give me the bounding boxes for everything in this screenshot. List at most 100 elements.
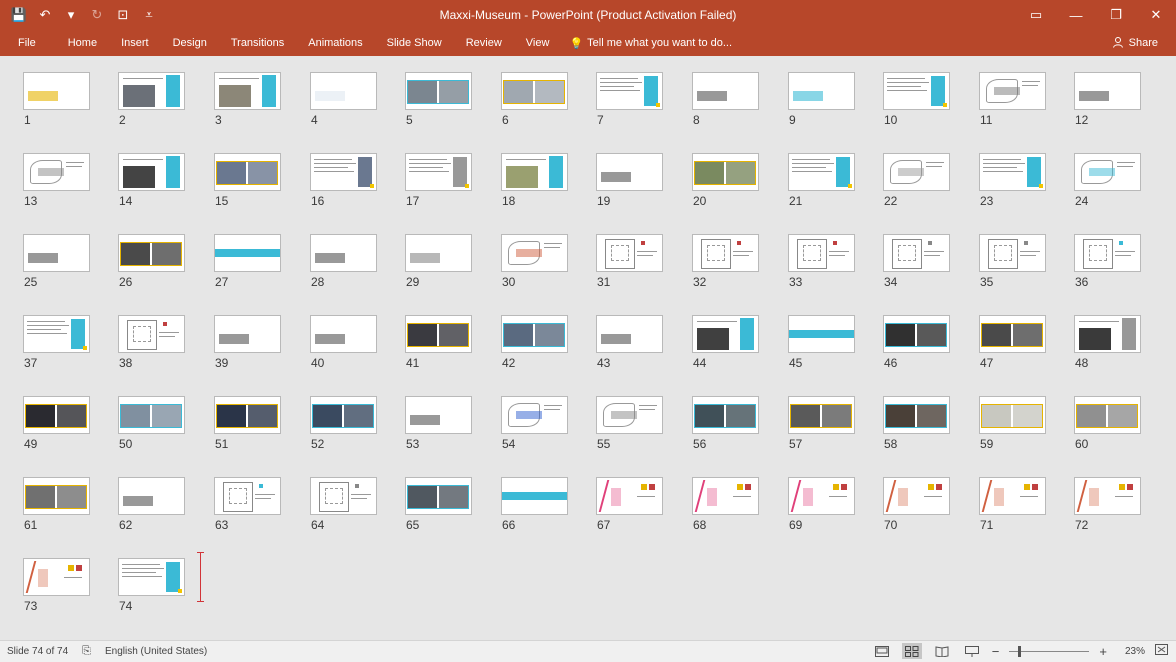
slide-preview[interactable] xyxy=(118,477,185,515)
ribbon-display-options-icon[interactable]: ▭ xyxy=(1016,0,1056,30)
zoom-slider[interactable] xyxy=(1009,645,1090,657)
slide-preview[interactable] xyxy=(214,396,281,434)
slide-thumbnail[interactable]: 72 xyxy=(1074,477,1141,532)
slide-thumbnail[interactable]: 17 xyxy=(405,153,472,208)
slide-preview[interactable] xyxy=(596,315,663,353)
slide-thumbnail[interactable]: 42 xyxy=(501,315,568,370)
tab-home[interactable]: Home xyxy=(56,30,109,56)
slide-preview[interactable] xyxy=(501,396,568,434)
slide-thumbnail[interactable]: 59 xyxy=(979,396,1046,451)
slide-preview[interactable] xyxy=(310,153,377,191)
slide-thumbnail[interactable]: 65 xyxy=(405,477,472,532)
slide-preview[interactable] xyxy=(788,234,855,272)
slide-thumbnail[interactable]: 24 xyxy=(1074,153,1141,208)
slide-thumbnail[interactable]: 20 xyxy=(692,153,759,208)
slide-preview[interactable] xyxy=(214,477,281,515)
slide-preview[interactable] xyxy=(788,153,855,191)
zoom-level[interactable]: 23% xyxy=(1125,646,1145,657)
slide-thumbnail[interactable]: 39 xyxy=(214,315,281,370)
slide-preview[interactable] xyxy=(214,72,281,110)
slide-preview[interactable] xyxy=(692,72,759,110)
slide-thumbnail[interactable]: 29 xyxy=(405,234,472,289)
slide-thumbnail[interactable]: 25 xyxy=(23,234,90,289)
slide-preview[interactable] xyxy=(1074,396,1141,434)
slide-preview[interactable] xyxy=(310,396,377,434)
slide-thumbnail[interactable]: 48 xyxy=(1074,315,1141,370)
slide-preview[interactable] xyxy=(1074,477,1141,515)
slide-thumbnail[interactable]: 68 xyxy=(692,477,759,532)
slide-preview[interactable] xyxy=(405,72,472,110)
slide-thumbnail[interactable]: 56 xyxy=(692,396,759,451)
slide-thumbnail[interactable]: 73 xyxy=(23,558,90,613)
slide-preview[interactable] xyxy=(979,477,1046,515)
slide-preview[interactable] xyxy=(979,153,1046,191)
slide-thumbnail[interactable]: 53 xyxy=(405,396,472,451)
slide-sorter-view-button[interactable] xyxy=(901,643,922,659)
slide-thumbnail[interactable]: 66 xyxy=(501,477,568,532)
fit-to-window-icon[interactable] xyxy=(1155,644,1168,658)
slide-thumbnail[interactable]: 10 xyxy=(883,72,950,127)
slide-thumbnail[interactable]: 64 xyxy=(310,477,377,532)
slide-thumbnail[interactable]: 45 xyxy=(788,315,855,370)
slide-thumbnail[interactable]: 1 xyxy=(23,72,90,127)
slide-thumbnail[interactable]: 33 xyxy=(788,234,855,289)
slide-thumbnail[interactable]: 70 xyxy=(883,477,950,532)
slide-preview[interactable] xyxy=(405,396,472,434)
slide-thumbnail[interactable]: 2 xyxy=(118,72,185,127)
slide-thumbnail[interactable]: 32 xyxy=(692,234,759,289)
slide-thumbnail[interactable]: 13 xyxy=(23,153,90,208)
slide-thumbnail[interactable]: 31 xyxy=(596,234,663,289)
slide-thumbnail[interactable]: 54 xyxy=(501,396,568,451)
slide-preview[interactable] xyxy=(405,153,472,191)
tab-design[interactable]: Design xyxy=(161,30,219,56)
slide-thumbnail[interactable]: 7 xyxy=(596,72,663,127)
slide-preview[interactable] xyxy=(979,315,1046,353)
slide-thumbnail[interactable]: 4 xyxy=(310,72,377,127)
slide-preview[interactable] xyxy=(501,477,568,515)
slide-preview[interactable] xyxy=(118,558,185,596)
slide-preview[interactable] xyxy=(23,396,90,434)
slide-preview[interactable] xyxy=(692,234,759,272)
tab-view[interactable]: View xyxy=(514,30,562,56)
slide-sorter[interactable]: 1 2 3 4 5 6 7 8 9 10 11 12 13 14 15 16 1… xyxy=(0,56,1176,640)
slide-thumbnail[interactable]: 35 xyxy=(979,234,1046,289)
slide-preview[interactable] xyxy=(692,477,759,515)
slide-preview[interactable] xyxy=(118,72,185,110)
slide-thumbnail[interactable]: 37 xyxy=(23,315,90,370)
slide-preview[interactable] xyxy=(883,477,950,515)
slide-preview[interactable] xyxy=(1074,315,1141,353)
slide-thumbnail[interactable]: 8 xyxy=(692,72,759,127)
slide-thumbnail[interactable]: 18 xyxy=(501,153,568,208)
slide-thumbnail[interactable]: 19 xyxy=(596,153,663,208)
slide-preview[interactable] xyxy=(23,558,90,596)
slide-preview[interactable] xyxy=(1074,153,1141,191)
slide-thumbnail[interactable]: 61 xyxy=(23,477,90,532)
slide-preview[interactable] xyxy=(118,153,185,191)
slide-preview[interactable] xyxy=(310,234,377,272)
slide-preview[interactable] xyxy=(788,315,855,353)
slide-counter[interactable]: Slide 74 of 74 xyxy=(7,646,68,657)
slide-thumbnail[interactable]: 34 xyxy=(883,234,950,289)
slide-preview[interactable] xyxy=(23,234,90,272)
tab-animations[interactable]: Animations xyxy=(296,30,374,56)
slide-thumbnail[interactable]: 62 xyxy=(118,477,185,532)
slide-preview[interactable] xyxy=(23,477,90,515)
slide-thumbnail[interactable]: 21 xyxy=(788,153,855,208)
slide-preview[interactable] xyxy=(405,315,472,353)
slide-preview[interactable] xyxy=(23,315,90,353)
slide-thumbnail[interactable]: 55 xyxy=(596,396,663,451)
slide-preview[interactable] xyxy=(692,396,759,434)
slide-thumbnail[interactable]: 58 xyxy=(883,396,950,451)
slide-preview[interactable] xyxy=(23,72,90,110)
slide-preview[interactable] xyxy=(596,153,663,191)
slide-preview[interactable] xyxy=(692,153,759,191)
slide-preview[interactable] xyxy=(501,72,568,110)
slide-preview[interactable] xyxy=(310,477,377,515)
slide-preview[interactable] xyxy=(214,234,281,272)
slide-preview[interactable] xyxy=(596,477,663,515)
slide-thumbnail[interactable]: 27 xyxy=(214,234,281,289)
slide-preview[interactable] xyxy=(118,396,185,434)
slide-thumbnail[interactable]: 67 xyxy=(596,477,663,532)
slide-preview[interactable] xyxy=(1074,72,1141,110)
slide-thumbnail[interactable]: 14 xyxy=(118,153,185,208)
